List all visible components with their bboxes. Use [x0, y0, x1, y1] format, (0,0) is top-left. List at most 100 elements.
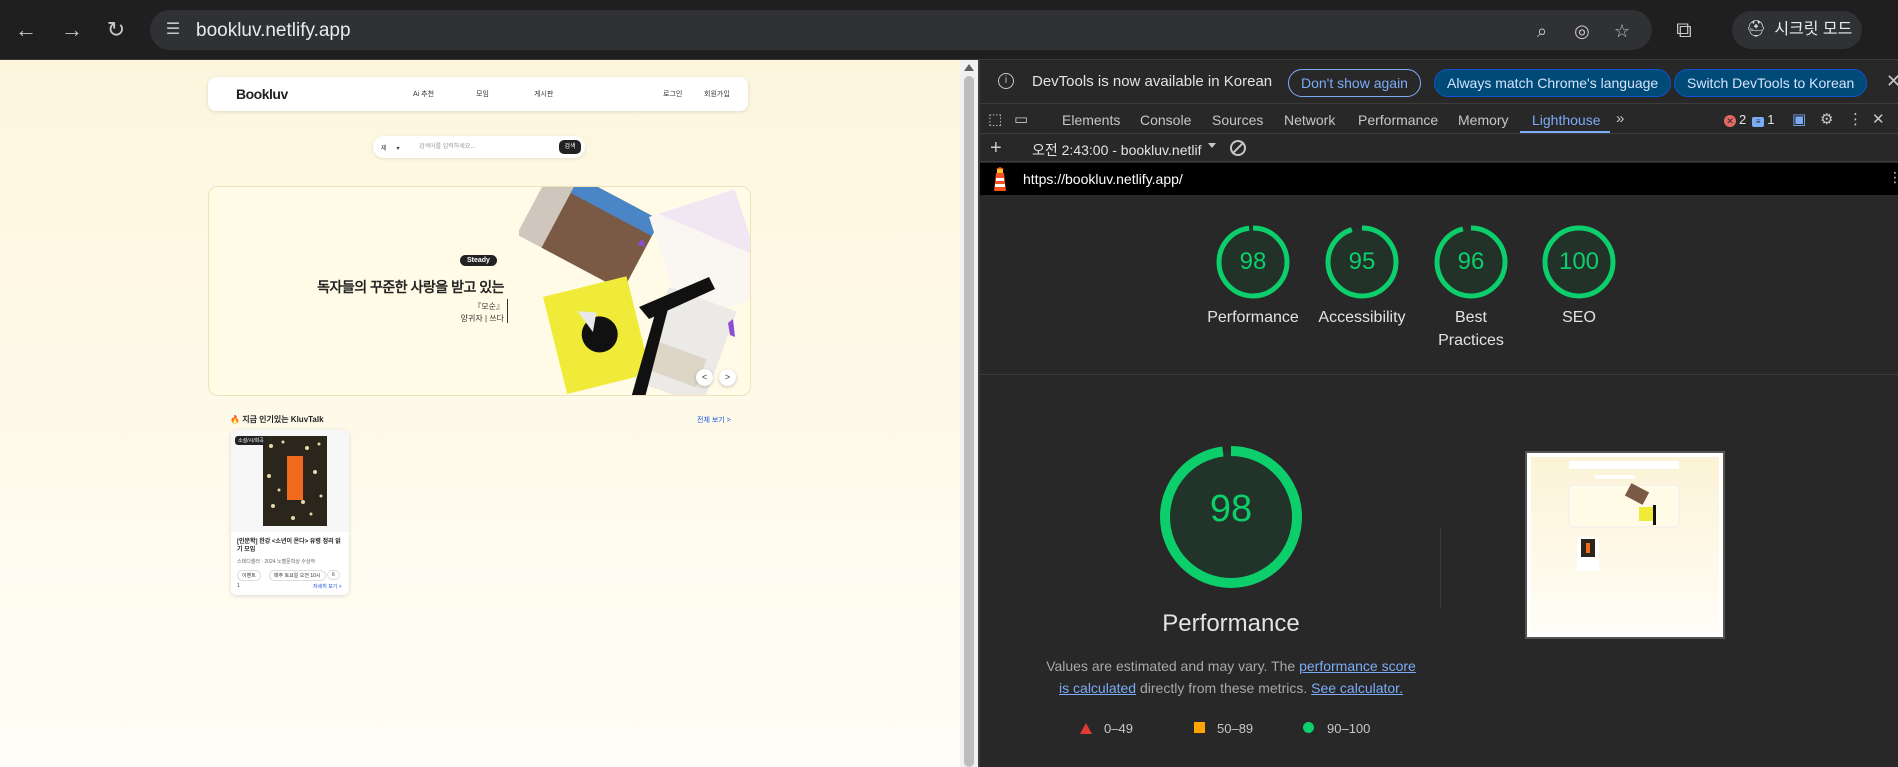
thumbnail-content: [1531, 457, 1719, 633]
banner-headline: 독자들의 꾸준한 사랑을 받고 있는: [317, 279, 504, 295]
report-menu-icon[interactable]: ⋮: [1888, 169, 1898, 186]
extensions-icon[interactable]: ⧉: [1668, 14, 1700, 46]
search-button[interactable]: 검색: [559, 140, 581, 154]
site-search: 제 ▾ 검색어를 입력하세요... 검색: [373, 136, 585, 158]
zoom-icon[interactable]: ⌕: [1530, 19, 1554, 43]
score-label: Performance: [1207, 309, 1299, 326]
card-book-cover: [263, 436, 327, 526]
card-comment-count: 1: [237, 583, 240, 589]
banner-prev-button[interactable]: <: [696, 369, 713, 386]
new-report-icon[interactable]: +: [990, 137, 1002, 160]
nav-meetups[interactable]: 모임: [476, 89, 489, 99]
score-gauge-performance[interactable]: 98: [1215, 224, 1291, 300]
score-gauge-seo[interactable]: 100: [1541, 224, 1617, 300]
score-gauge-best-practices[interactable]: 96: [1433, 224, 1509, 300]
close-icon[interactable]: ✕: [1886, 71, 1898, 92]
eye-off-icon[interactable]: ◎: [1570, 19, 1594, 43]
dont-show-again-button[interactable]: Don't show again: [1288, 69, 1421, 97]
tab-memory[interactable]: Memory: [1458, 112, 1509, 128]
banner-book-covers: [519, 187, 750, 395]
settings-gear-icon[interactable]: ⚙: [1820, 110, 1833, 128]
tab-lighthouse[interactable]: Lighthouse: [1532, 112, 1601, 128]
score-value: 96: [1457, 248, 1485, 275]
reload-icon[interactable]: ↻: [100, 14, 132, 46]
kluvtalk-card[interactable]: 소설/시/희곡 [인문학] 한강 <소년이 온다> 유령 정리 읽기 모임 스테…: [231, 430, 349, 595]
scrollbar-thumb[interactable]: [964, 76, 974, 767]
page-screenshot-thumbnail[interactable]: [1525, 451, 1725, 639]
score-label: Best Practices: [1438, 309, 1504, 349]
more-tabs-icon[interactable]: »: [1616, 110, 1624, 127]
thumbnail-preview: [1568, 461, 1680, 571]
card-category-tag: 소설/시/희곡: [235, 436, 267, 445]
tab-network[interactable]: Network: [1284, 112, 1335, 128]
clear-reports-icon[interactable]: [1230, 140, 1246, 156]
card-chip-members: 6: [327, 570, 340, 580]
kluvtalk-view-all-link[interactable]: 전체 보기 >: [697, 415, 731, 425]
address-bar[interactable]: ☰ bookluv.netlify.app ⌕ ◎ ☆: [150, 10, 1652, 50]
nav-ai-recommend[interactable]: Ai 추천: [413, 89, 434, 99]
site-info-icon[interactable]: ☰: [162, 19, 184, 41]
tab-performance[interactable]: Performance: [1358, 112, 1438, 128]
tab-sources[interactable]: Sources: [1212, 112, 1263, 128]
average-square-icon: [1194, 722, 1205, 733]
site-header: Bookluv Ai 추천 모임 게시판 로그인 회원가입: [208, 77, 748, 111]
scroll-up-icon[interactable]: [964, 64, 974, 71]
issues-counter[interactable]: ✕ 2 ≡ 1: [1724, 112, 1774, 127]
kluvtalk-section-title: 🔥 지금 인기있는 KluvTalk: [230, 415, 324, 424]
score-label: SEO: [1562, 309, 1596, 326]
banner-next-button[interactable]: >: [719, 369, 736, 386]
match-chrome-language-button[interactable]: Always match Chrome's language: [1434, 69, 1672, 97]
browser-toolbar: ← → ↻ ☰ bookluv.netlify.app ⌕ ◎ ☆ ⧉ ⛑ 시크릿…: [0, 0, 1898, 60]
page-scrollbar[interactable]: [960, 60, 978, 767]
fire-icon: 🔥: [230, 415, 240, 424]
score-gauge-accessibility[interactable]: 95: [1324, 224, 1400, 300]
message-icon: ≡: [1752, 117, 1765, 127]
device-toolbar-icon[interactable]: ▭: [1014, 110, 1028, 128]
search-type-select[interactable]: 제 ▾: [381, 143, 400, 152]
hero-banner: Steady 독자들의 꾸준한 사랑을 받고 있는 『모순』 양귀자 | 쓰다 …: [208, 186, 751, 396]
steady-badge: Steady: [460, 255, 497, 266]
tab-elements[interactable]: Elements: [1062, 112, 1120, 128]
score-value: 95: [1348, 248, 1376, 275]
score-value: 100: [1558, 248, 1600, 275]
report-url[interactable]: https://bookluv.netlify.app/: [1023, 171, 1183, 187]
back-icon[interactable]: ←: [10, 14, 42, 46]
see-calculator-link[interactable]: See calculator.: [1311, 680, 1403, 696]
forward-icon[interactable]: →: [56, 14, 88, 46]
inspect-element-icon[interactable]: ⬚: [988, 110, 1002, 128]
card-meta: 스테디셀러 · 2024 노벨문학상 수상작: [237, 559, 316, 565]
incognito-badge[interactable]: ⛑ 시크릿 모드: [1732, 11, 1862, 49]
report-selector[interactable]: 오전 2:43:00 - bookluv.netlif: [1032, 140, 1201, 160]
tab-console[interactable]: Console: [1140, 112, 1191, 128]
score-label: Accessibility: [1318, 309, 1406, 326]
signup-link[interactable]: 회원가입: [704, 89, 730, 99]
ai-assistance-icon[interactable]: ▣: [1792, 110, 1806, 128]
bookmark-star-icon[interactable]: ☆: [1610, 19, 1634, 43]
infobar-message: DevTools is now available in Korean: [1032, 73, 1273, 90]
card-detail-link[interactable]: 자세히 보기 >: [313, 583, 342, 590]
banner-book-title: 『모순』: [473, 302, 504, 311]
incognito-label: 시크릿 모드: [1774, 21, 1853, 38]
site-logo[interactable]: Bookluv: [236, 86, 288, 102]
switch-to-korean-button[interactable]: Switch DevTools to Korean: [1674, 69, 1868, 97]
chevron-down-icon[interactable]: [1208, 143, 1216, 148]
card-title: [인문학] 한강 <소년이 온다> 유령 정리 읽기 모임: [237, 539, 341, 553]
performance-big-score: 98: [1209, 488, 1253, 530]
info-icon: i: [998, 73, 1014, 89]
nav-board[interactable]: 게시판: [534, 89, 553, 99]
banner-author: 양귀자 | 쓰다: [460, 314, 504, 323]
web-page: Bookluv Ai 추천 모임 게시판 로그인 회원가입 제 ▾ 검색어를 입…: [0, 60, 960, 767]
more-options-icon[interactable]: ⋮: [1848, 110, 1863, 128]
card-cover-art: [267, 440, 323, 520]
card-chip-event: 이벤트: [237, 570, 261, 581]
search-input[interactable]: 검색어를 입력하세요...: [419, 141, 549, 153]
banner-divider: [507, 299, 508, 323]
incognito-icon: ⛑: [1746, 21, 1767, 38]
login-link[interactable]: 로그인: [663, 89, 682, 99]
section-divider: [980, 374, 1898, 375]
legend-pass: 90–100: [1327, 721, 1371, 736]
performance-description: Values are estimated and may vary. The p…: [1046, 658, 1416, 696]
performance-title: Performance: [1162, 610, 1300, 637]
error-icon: ✕: [1724, 115, 1736, 127]
close-devtools-icon[interactable]: ✕: [1872, 110, 1885, 128]
